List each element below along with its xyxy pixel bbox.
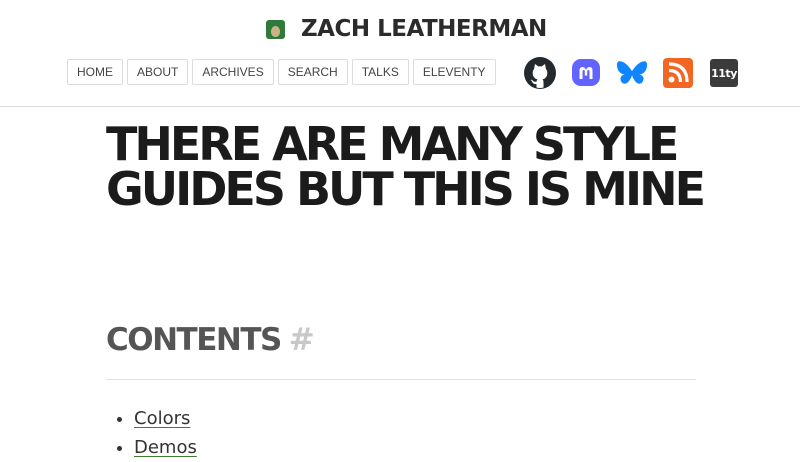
site-title: ZACH LEATHERMAN <box>301 16 547 42</box>
bluesky-icon[interactable] <box>616 57 648 89</box>
main-nav: HOME ABOUT ARCHIVES SEARCH TALKS ELEVENT… <box>67 59 496 85</box>
nav-home[interactable]: HOME <box>67 59 123 85</box>
list-item: Colors <box>134 404 197 433</box>
eleventy-icon[interactable]: 11ty <box>708 57 740 89</box>
nav-search[interactable]: SEARCH <box>277 59 348 85</box>
avatar <box>266 19 285 39</box>
site-header: ZACH LEATHERMAN HOME ABOUT ARCHIVES SEAR… <box>0 0 800 107</box>
toc-link-demos[interactable]: Demos <box>134 437 197 458</box>
contents-heading-text: CONTENTS <box>106 322 282 358</box>
site-brand-link[interactable]: ZACH LEATHERMAN <box>266 14 547 44</box>
nav-about[interactable]: ABOUT <box>127 59 189 85</box>
heading-anchor-link[interactable]: # <box>289 322 315 358</box>
nav-talks[interactable]: TALKS <box>351 59 409 85</box>
nav-eleventy[interactable]: ELEVENTY <box>412 59 496 85</box>
list-item: Demos <box>134 433 197 462</box>
nav-archives[interactable]: ARCHIVES <box>192 59 274 85</box>
table-of-contents: Colors Demos <box>106 404 197 462</box>
divider <box>106 379 696 380</box>
eleventy-icon-text: 11ty <box>710 59 738 87</box>
github-icon[interactable] <box>524 57 556 89</box>
social-links: 11ty <box>524 57 740 89</box>
contents-heading: CONTENTS # <box>106 322 315 358</box>
rss-icon[interactable] <box>662 57 694 89</box>
mastodon-icon[interactable] <box>570 57 602 89</box>
toc-link-colors[interactable]: Colors <box>134 408 190 429</box>
page-title: THERE ARE MANY STYLE GUIDES BUT THIS IS … <box>106 117 706 216</box>
